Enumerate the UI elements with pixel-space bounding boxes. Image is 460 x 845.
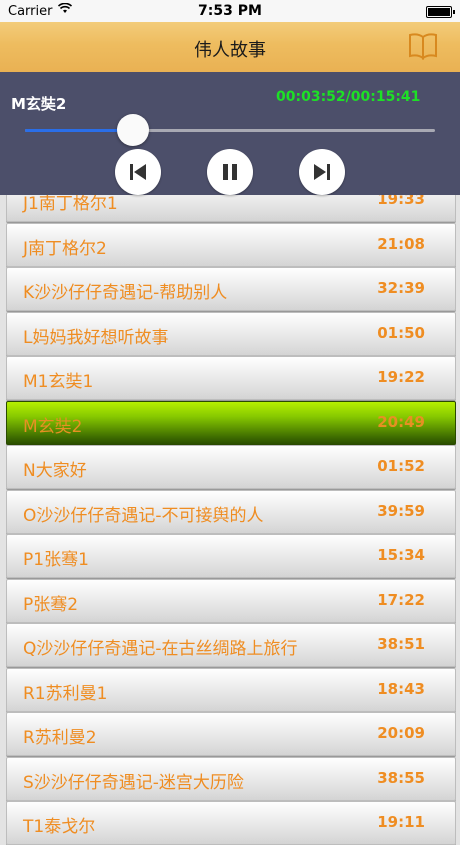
story-title: M玄奘2 [23,416,83,437]
list-item[interactable]: R1苏利曼1 18:43 [6,667,456,712]
pause-icon [223,164,237,180]
story-title: Q沙沙仔仔奇遇记-在古丝绸路上旅行 [23,639,298,659]
status-bar: Carrier 7:53 PM [0,0,460,22]
battery-icon [426,6,455,18]
list-item[interactable]: K沙沙仔仔奇遇记-帮助别人 32:39 [6,267,456,311]
story-title: T1泰戈尔 [23,817,96,837]
story-title: O沙沙仔仔奇遇记-不可接舆的人 [23,505,264,526]
pause-button[interactable] [207,149,253,195]
story-title: L妈妈我好想听故事 [23,327,169,348]
story-duration: 15:34 [377,546,425,564]
list-item[interactable]: J南丁格尔2 21:08 [6,222,456,267]
story-title: R苏利曼2 [23,728,97,748]
list-item[interactable]: R苏利曼2 20:09 [6,712,456,756]
story-duration: 18:43 [377,679,425,698]
story-duration: 19:11 [377,813,425,831]
audio-player: M玄奘2 00:03:52/00:15:41 [0,72,460,195]
story-title: M1玄奘1 [23,372,94,392]
next-button[interactable] [299,149,345,195]
previous-icon [130,164,146,180]
nav-bar: 伟人故事 [0,22,460,73]
list-item[interactable]: P张骞2 17:22 [6,578,456,623]
page-title: 伟人故事 [194,40,266,61]
story-duration: 17:22 [377,590,425,609]
story-title: J南丁格尔2 [23,238,107,259]
list-item[interactable]: P1张骞1 15:34 [6,534,456,578]
current-track-title: M玄奘2 [11,95,67,113]
list-item[interactable]: L妈妈我好想听故事 01:50 [6,311,456,356]
list-item[interactable]: N大家好 01:52 [6,445,456,489]
book-icon[interactable] [408,32,438,60]
story-title: K沙沙仔仔奇遇记-帮助别人 [23,283,228,303]
story-title: R1苏利曼1 [23,683,108,704]
story-duration: 01:50 [377,323,425,342]
story-title: S沙沙仔仔奇遇记-迷宫大历险 [23,772,244,793]
story-duration: 20:49 [377,412,425,431]
story-duration: 32:39 [377,279,425,297]
progress-slider-fill [25,129,128,132]
next-icon [314,164,330,180]
list-item[interactable]: T1泰戈尔 19:11 [6,801,456,845]
story-title: N大家好 [23,461,87,481]
story-duration: 20:09 [377,724,425,742]
story-duration: 21:08 [377,234,425,253]
story-duration: 19:22 [377,368,425,386]
list-item[interactable]: S沙沙仔仔奇遇记-迷宫大历险 38:55 [6,756,456,801]
status-time: 7:53 PM [198,3,262,19]
list-item[interactable]: M玄奘2 20:49 [6,400,456,445]
story-duration: 39:59 [377,501,425,520]
list-item[interactable]: Q沙沙仔仔奇遇记-在古丝绸路上旅行 38:51 [6,623,456,667]
story-duration: 01:52 [377,457,425,475]
list-item[interactable]: M1玄奘1 19:22 [6,356,456,400]
story-title: P张骞2 [23,594,79,615]
progress-slider-thumb[interactable] [117,114,149,146]
playback-time: 00:03:52/00:15:41 [276,89,421,105]
previous-button[interactable] [115,149,161,195]
story-duration: 38:51 [377,635,425,653]
progress-slider-track[interactable] [25,129,435,132]
story-title: P1张骞1 [23,550,89,570]
story-duration: 38:55 [377,768,425,787]
list-item[interactable]: O沙沙仔仔奇遇记-不可接舆的人 39:59 [6,489,456,534]
